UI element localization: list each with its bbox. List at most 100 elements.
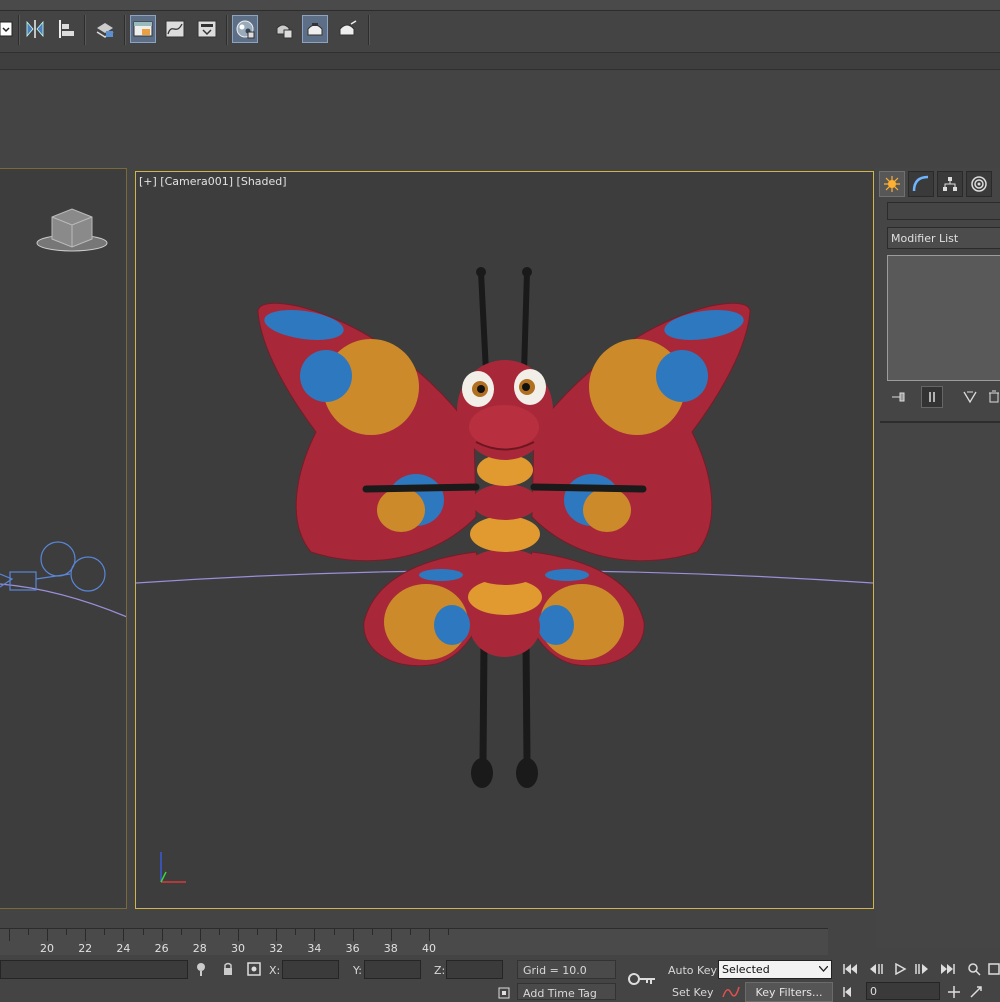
viewport-canvas xyxy=(136,267,873,883)
left-viewport[interactable] xyxy=(0,168,127,909)
time-configuration-icon[interactable] xyxy=(842,984,858,1000)
key-selection-dropdown[interactable]: Selected xyxy=(718,960,832,979)
timeline-tick xyxy=(218,929,220,935)
timeline-tick xyxy=(333,929,335,935)
curve-editor-icon[interactable] xyxy=(162,15,188,43)
timeline-tick xyxy=(390,929,392,941)
rendered-frame-window-icon[interactable] xyxy=(302,15,328,43)
key-mode-curve-icon[interactable] xyxy=(720,983,742,1000)
key-selection-value: Selected xyxy=(722,963,770,976)
current-frame-value: 0 xyxy=(870,985,877,998)
play-icon[interactable] xyxy=(893,961,909,977)
timeline-tick xyxy=(371,929,373,935)
status-bar: X: Y: Z: Grid = 10.0 Add Time Tag Auto K… xyxy=(0,955,1000,1002)
modifier-stack-list[interactable] xyxy=(887,255,1000,381)
timeline-tick-label: 32 xyxy=(269,942,284,955)
auto-key-button[interactable]: Auto Key xyxy=(668,964,717,977)
timeline-tick xyxy=(409,929,411,935)
motion-tab-icon[interactable] xyxy=(966,171,992,197)
time-tag-icon[interactable] xyxy=(496,985,512,1001)
timeline-tick xyxy=(8,929,10,941)
x-coordinate-field[interactable] xyxy=(282,960,339,979)
set-key-button[interactable]: Set Key xyxy=(672,986,714,999)
render-setup-icon[interactable] xyxy=(270,15,296,43)
current-frame-field[interactable]: 0 xyxy=(866,982,940,1000)
command-panel: Modifier List xyxy=(876,168,1000,948)
main-toolbar xyxy=(0,11,1000,48)
material-editor-icon[interactable] xyxy=(232,15,258,43)
go-to-start-icon[interactable] xyxy=(842,961,858,977)
timeline-tick-label: 38 xyxy=(383,942,398,955)
x-label: X: xyxy=(269,964,281,977)
z-label: Z: xyxy=(434,964,446,977)
render-production-icon[interactable] xyxy=(334,15,360,43)
show-end-result-icon[interactable] xyxy=(921,386,943,408)
timeline-tick xyxy=(352,929,354,941)
select-filter-dropdown-icon[interactable] xyxy=(0,15,14,43)
viewport-toggle-icon[interactable] xyxy=(988,961,1000,977)
hierarchy-tab-icon[interactable] xyxy=(937,171,963,197)
align-icon[interactable] xyxy=(54,15,80,43)
timeline-tick-label: 24 xyxy=(116,942,131,955)
z-coordinate-field[interactable] xyxy=(446,960,503,979)
timeline-tick xyxy=(295,929,297,935)
toggle-ribbon-icon[interactable] xyxy=(130,15,156,43)
object-name-field[interactable] xyxy=(887,202,1000,220)
selection-lock-icon[interactable] xyxy=(220,961,236,977)
timeline-tick xyxy=(199,929,201,941)
timeline-tick xyxy=(142,929,144,935)
pin-stack-icon[interactable] xyxy=(887,386,909,408)
command-panel-divider xyxy=(880,421,1000,423)
title-strip xyxy=(0,0,1000,11)
modifier-list-dropdown[interactable]: Modifier List xyxy=(887,227,1000,249)
timeline-ruler[interactable]: 20 22 24 26 28 30 32 34 36 38 40 xyxy=(0,928,828,955)
timeline-tick-label: 34 xyxy=(307,942,322,955)
timeline-tick-label: 28 xyxy=(192,942,207,955)
make-unique-icon[interactable] xyxy=(959,386,981,408)
timeline-tick xyxy=(123,929,125,941)
go-to-end-icon[interactable] xyxy=(940,961,956,977)
timeline-tick xyxy=(429,929,430,941)
chevron-down-icon xyxy=(819,966,828,972)
timeline-tick-label: 22 xyxy=(78,942,93,955)
timeline-tick xyxy=(85,929,87,941)
timeline-tick xyxy=(314,929,316,941)
timeline-tick-label: 36 xyxy=(345,942,360,955)
mirror-icon[interactable] xyxy=(22,15,48,43)
pan-icon[interactable] xyxy=(946,984,962,1000)
isolate-selection-icon[interactable] xyxy=(193,961,209,977)
add-time-tag-button[interactable]: Add Time Tag xyxy=(517,983,616,1000)
y-label: Y: xyxy=(353,964,362,977)
y-coordinate-field[interactable] xyxy=(364,960,421,979)
modifier-stack-toolbar xyxy=(887,386,1000,408)
grid-spacing-readout: Grid = 10.0 xyxy=(517,960,616,979)
layer-explorer-icon[interactable] xyxy=(92,15,118,43)
set-keys-mode-icon[interactable] xyxy=(625,969,659,989)
orbit-icon[interactable] xyxy=(968,984,984,1000)
left-viewport-canvas xyxy=(0,208,126,618)
butterfly-model[interactable] xyxy=(257,267,751,788)
timeline-tick-label: 26 xyxy=(154,942,169,955)
create-tab-icon[interactable] xyxy=(879,171,905,197)
absolute-mode-icon[interactable] xyxy=(246,961,262,977)
timeline-tick xyxy=(276,929,278,941)
remove-modifier-icon[interactable] xyxy=(983,386,1000,408)
timeline-tick xyxy=(27,929,29,935)
timeline-tick xyxy=(180,929,182,935)
timeline-tick xyxy=(448,929,450,935)
timeline-tick-label: 30 xyxy=(231,942,245,955)
timeline-tick xyxy=(47,929,48,941)
schematic-view-icon[interactable] xyxy=(194,15,220,43)
timeline-tick-label: 40 xyxy=(422,942,436,955)
maxscript-listener-field[interactable] xyxy=(0,960,188,979)
key-filters-button[interactable]: Key Filters... xyxy=(745,982,833,1002)
timeline-tick xyxy=(66,929,68,935)
previous-frame-icon[interactable] xyxy=(868,961,884,977)
modify-tab-icon[interactable] xyxy=(908,171,934,197)
zoom-extents-icon[interactable] xyxy=(966,961,982,977)
camera-viewport[interactable]: [+] [Camera001] [Shaded] xyxy=(135,171,874,909)
next-frame-icon[interactable] xyxy=(914,961,930,977)
ribbon-strip xyxy=(0,53,1000,70)
timeline-tick xyxy=(238,929,239,941)
axis-tripod-icon xyxy=(160,852,186,883)
